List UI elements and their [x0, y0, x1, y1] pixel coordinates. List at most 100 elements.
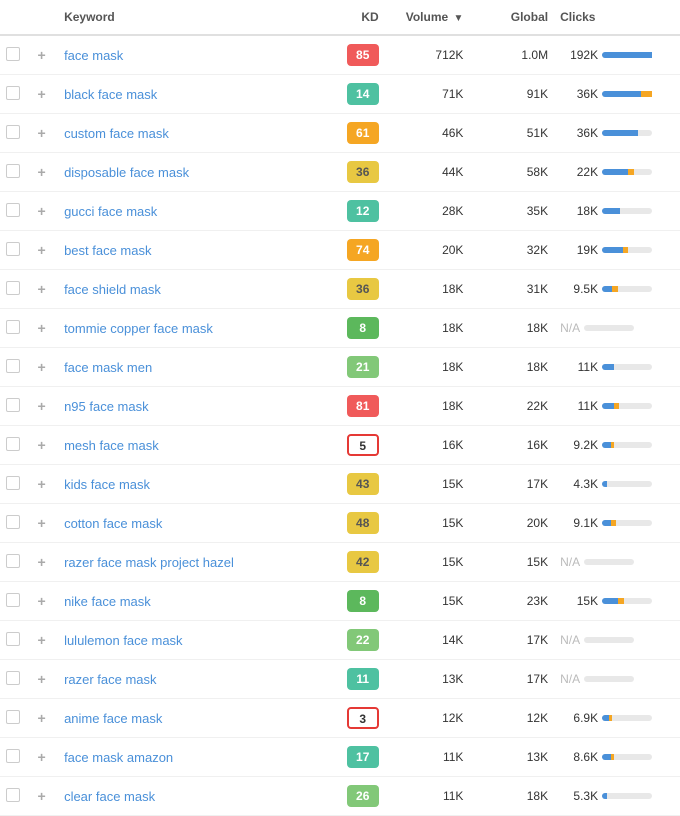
add-keyword-button[interactable]: +	[37, 632, 45, 648]
keyword-link[interactable]: face mask amazon	[64, 750, 173, 765]
volume-cell: 15K	[385, 582, 470, 621]
clicks-value: 4.3K	[560, 477, 598, 491]
clicks-bar-blue	[602, 91, 641, 97]
keyword-link[interactable]: clear face mask	[64, 789, 155, 804]
add-keyword-button[interactable]: +	[37, 242, 45, 258]
keyword-link[interactable]: lululemon face mask	[64, 633, 183, 648]
keyword-link[interactable]: tommie copper face mask	[64, 321, 213, 336]
clicks-bar	[602, 247, 652, 253]
keyword-link[interactable]: razer face mask	[64, 672, 156, 687]
row-checkbox[interactable]	[6, 47, 20, 61]
volume-cell: 71K	[385, 75, 470, 114]
row-checkbox[interactable]	[6, 788, 20, 802]
clicks-cell: 36K	[554, 114, 680, 153]
add-keyword-button[interactable]: +	[37, 398, 45, 414]
clicks-value: N/A	[560, 672, 580, 686]
header-kd[interactable]: KD	[312, 0, 385, 35]
add-keyword-button[interactable]: +	[37, 281, 45, 297]
add-keyword-button[interactable]: +	[37, 554, 45, 570]
row-checkbox[interactable]	[6, 242, 20, 256]
keyword-link[interactable]: n95 face mask	[64, 399, 149, 414]
keyword-link[interactable]: face mask men	[64, 360, 152, 375]
keyword-link[interactable]: black face mask	[64, 87, 157, 102]
clicks-bar-blue	[602, 169, 628, 175]
clicks-value: 9.5K	[560, 282, 598, 296]
keyword-link[interactable]: gucci face mask	[64, 204, 157, 219]
clicks-bar-blue	[602, 442, 611, 448]
keyword-link[interactable]: disposable face mask	[64, 165, 189, 180]
add-keyword-button[interactable]: +	[37, 515, 45, 531]
add-keyword-button[interactable]: +	[37, 593, 45, 609]
row-checkbox[interactable]	[6, 749, 20, 763]
row-checkbox[interactable]	[6, 437, 20, 451]
clicks-bar-blue	[602, 130, 638, 136]
clicks-cell: N/A	[554, 621, 680, 660]
add-keyword-button[interactable]: +	[37, 710, 45, 726]
clicks-bar-yellow	[611, 520, 616, 526]
header-global[interactable]: Global	[469, 0, 554, 35]
add-keyword-button[interactable]: +	[37, 788, 45, 804]
clicks-value: 18K	[560, 204, 598, 218]
row-checkbox[interactable]	[6, 632, 20, 646]
clicks-bar	[602, 481, 652, 487]
header-clicks[interactable]: Clicks	[554, 0, 680, 35]
row-checkbox[interactable]	[6, 86, 20, 100]
clicks-bar-yellow	[618, 598, 624, 604]
keyword-link[interactable]: face mask	[64, 48, 123, 63]
table-row: +kids face mask4315K17K4.3K	[0, 465, 680, 504]
row-checkbox[interactable]	[6, 710, 20, 724]
row-checkbox[interactable]	[6, 281, 20, 295]
header-volume[interactable]: Volume ▼	[385, 0, 470, 35]
keyword-link[interactable]: best face mask	[64, 243, 151, 258]
add-keyword-button[interactable]: +	[37, 86, 45, 102]
row-checkbox[interactable]	[6, 554, 20, 568]
clicks-bar-blue	[602, 247, 623, 253]
row-checkbox[interactable]	[6, 671, 20, 685]
row-checkbox[interactable]	[6, 125, 20, 139]
add-keyword-button[interactable]: +	[37, 203, 45, 219]
clicks-bar-blue	[602, 286, 612, 292]
add-keyword-button[interactable]: +	[37, 437, 45, 453]
row-checkbox[interactable]	[6, 359, 20, 373]
row-checkbox[interactable]	[6, 476, 20, 490]
keyword-link[interactable]: custom face mask	[64, 126, 169, 141]
clicks-value: 15K	[560, 594, 598, 608]
volume-cell: 20K	[385, 231, 470, 270]
row-checkbox[interactable]	[6, 593, 20, 607]
global-cell: 13K	[469, 738, 554, 777]
add-keyword-button[interactable]: +	[37, 476, 45, 492]
add-keyword-button[interactable]: +	[37, 320, 45, 336]
clicks-value: 9.1K	[560, 516, 598, 530]
volume-cell: 15K	[385, 543, 470, 582]
add-keyword-button[interactable]: +	[37, 749, 45, 765]
keyword-link[interactable]: face shield mask	[64, 282, 161, 297]
row-checkbox[interactable]	[6, 515, 20, 529]
add-keyword-button[interactable]: +	[37, 359, 45, 375]
table-row: +face shield mask3618K31K9.5K	[0, 270, 680, 309]
kd-badge: 17	[347, 746, 379, 768]
global-cell: 17K	[469, 660, 554, 699]
clicks-cell: 11K	[554, 348, 680, 387]
keyword-link[interactable]: kids face mask	[64, 477, 150, 492]
add-keyword-button[interactable]: +	[37, 125, 45, 141]
row-checkbox[interactable]	[6, 164, 20, 178]
header-keyword[interactable]: Keyword	[58, 0, 312, 35]
volume-cell: 18K	[385, 270, 470, 309]
row-checkbox[interactable]	[6, 203, 20, 217]
volume-cell: 16K	[385, 426, 470, 465]
clicks-bar	[602, 598, 652, 604]
keyword-link[interactable]: razer face mask project hazel	[64, 555, 234, 570]
row-checkbox[interactable]	[6, 320, 20, 334]
volume-cell: 11K	[385, 777, 470, 816]
global-cell: 20K	[469, 504, 554, 543]
add-keyword-button[interactable]: +	[37, 164, 45, 180]
volume-cell: 12K	[385, 699, 470, 738]
add-keyword-button[interactable]: +	[37, 47, 45, 63]
keyword-link[interactable]: mesh face mask	[64, 438, 159, 453]
global-cell: 17K	[469, 465, 554, 504]
add-keyword-button[interactable]: +	[37, 671, 45, 687]
keyword-link[interactable]: cotton face mask	[64, 516, 162, 531]
keyword-link[interactable]: anime face mask	[64, 711, 162, 726]
keyword-link[interactable]: nike face mask	[64, 594, 151, 609]
row-checkbox[interactable]	[6, 398, 20, 412]
